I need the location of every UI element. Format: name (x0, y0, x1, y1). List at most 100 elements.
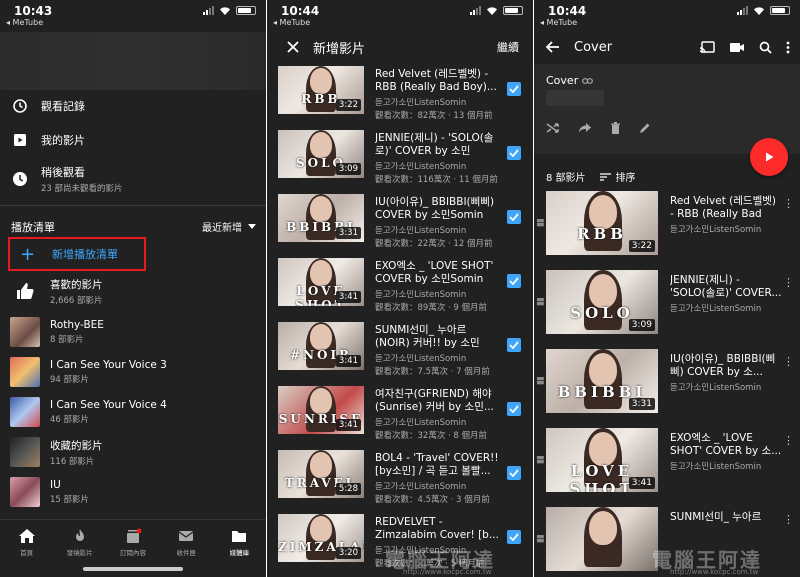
select-checkbox[interactable] (507, 146, 521, 160)
camera-icon[interactable] (729, 42, 745, 53)
playlist-item-rothy-bee[interactable]: Rothy-BEE 8 部影片 (0, 314, 266, 350)
more-vert-icon[interactable]: ⋮ (783, 355, 794, 368)
trash-icon[interactable] (610, 122, 621, 134)
search-icon[interactable] (759, 41, 772, 54)
playlist-name: 喜歡的影片 (50, 278, 103, 291)
sort-button[interactable]: 排序 (599, 169, 636, 184)
shuffle-icon[interactable] (546, 122, 560, 134)
video-title: 여자친구(GFRIEND) 해야 (Sunrise) 커버 by 소민... (375, 388, 494, 413)
video-duration: 3:41 (335, 419, 361, 431)
select-checkbox[interactable] (507, 402, 521, 416)
back-to-app[interactable]: ◂ MeTube (273, 18, 310, 27)
video-row[interactable]: RBB 3:22 Red Velvet (레드벨벳) - RBB (Really… (267, 66, 533, 128)
playlist-count: 116 部影片 (50, 456, 95, 467)
select-checkbox[interactable] (507, 274, 521, 288)
video-thumbnail[interactable]: #NOIR 3:41 (278, 322, 364, 370)
select-checkbox[interactable] (507, 210, 521, 224)
drag-handle-icon[interactable]: ▬ ▬ (536, 296, 545, 309)
home-indicator[interactable] (83, 567, 183, 571)
more-vert-icon[interactable]: ⋮ (783, 276, 794, 289)
video-thumbnail[interactable]: LOVE SHOT 3:41 (546, 428, 658, 492)
sort-dropdown[interactable]: 最近新增 (202, 219, 256, 234)
video-thumbnail[interactable]: TRAVEL 5:28 (278, 450, 364, 498)
new-playlist-button[interactable]: + 新增播放清單 (8, 237, 146, 271)
playlist-video-row[interactable]: ▬ ▬ LOVE SHOT 3:41 EXO엑소 _ 'LOVE SHOT' CO… (534, 428, 800, 506)
my-videos-item[interactable]: 我的影片 (0, 126, 266, 154)
video-thumbnail[interactable]: ZIMZALABIM 3:20 (278, 514, 364, 562)
video-thumbnail[interactable]: BBIBBI 3:31 (546, 349, 658, 413)
subscriptions-icon (127, 528, 142, 543)
continue-button[interactable]: 繼續 (497, 39, 519, 55)
edit-icon[interactable] (639, 122, 651, 134)
play-all-button[interactable] (750, 138, 788, 176)
view-count: 觀看次數：22萬次 · 12 個月前 (375, 239, 493, 249)
video-thumbnail[interactable]: RBB 3:22 (546, 191, 658, 255)
video-thumbnail[interactable]: SUNRISE 3:41 (278, 386, 364, 434)
video-row[interactable]: #NOIR 3:41 SUNMI선미_ 누아르 (NOIR) 커버!! by 소… (267, 322, 533, 384)
more-vert-icon[interactable]: ⋮ (783, 513, 794, 526)
back-to-app[interactable]: ◂ MeTube (6, 18, 43, 27)
select-checkbox[interactable] (507, 530, 521, 544)
channel-name: 듣고가소민ListenSomin (375, 226, 467, 236)
more-vert-icon[interactable] (786, 41, 790, 54)
video-thumbnail[interactable]: LOVE SHOT 3:41 (278, 258, 364, 306)
playlist-count: 15 部影片 (50, 495, 90, 505)
back-to-app[interactable]: ◂ MeTube (540, 18, 577, 27)
playlist-item-liked[interactable]: 喜歡的影片 2,666 部影片 (0, 273, 266, 309)
nav-label: 發燒影片 (66, 549, 93, 557)
drag-handle-icon[interactable]: ▬ ▬ (536, 375, 545, 388)
dropdown-arrow-icon (248, 224, 256, 229)
drag-handle-icon[interactable]: ▬ ▬ (536, 454, 545, 467)
signal-icon (737, 6, 748, 15)
playlist-count: 8 部影片 (50, 335, 84, 345)
top-bar: Cover (534, 30, 800, 64)
video-thumbnail[interactable]: RBB 3:22 (278, 66, 364, 114)
video-thumbnail[interactable]: BBIBBI 3:31 (278, 194, 364, 242)
watch-later-item[interactable]: 稍後觀看 23 部尚未觀看的影片 (0, 163, 266, 195)
video-row[interactable]: SUNRISE 3:41 여자친구(GFRIEND) 해야 (Sunrise) … (267, 386, 533, 448)
playlist-item-icsyv3[interactable]: I Can See Your Voice 3 94 部影片 (0, 354, 266, 390)
status-bar: 10:44 ◂ MeTube (267, 0, 533, 30)
playlist-video-row[interactable]: ▬ ▬ BBIBBI 3:31 IU(아이유)_ BBIBBI(삐삐) COVER… (534, 349, 800, 427)
more-vert-icon[interactable]: ⋮ (783, 434, 794, 447)
wifi-icon (754, 7, 764, 15)
playlists-header: 播放清單 (11, 221, 55, 234)
channel-name: 듣고가소민ListenSomin (670, 462, 762, 472)
nav-home[interactable]: 首頁 (0, 520, 53, 577)
cast-icon[interactable] (699, 40, 715, 54)
back-arrow-icon[interactable] (546, 41, 560, 53)
video-thumbnail[interactable]: SOLO 3:09 (278, 130, 364, 178)
video-row[interactable]: TRAVEL 5:28 BOL4 - 'Travel' COVER!! [by소… (267, 450, 533, 512)
history-icon (11, 97, 29, 115)
more-vert-icon[interactable]: ⋮ (783, 197, 794, 210)
sort-label: 排序 (615, 173, 636, 184)
drag-handle-icon[interactable]: ▬ ▬ (536, 533, 545, 546)
video-title: REDVELVET - Zimzalabim Cover! [b... (375, 516, 499, 541)
video-duration: 3:09 (335, 163, 361, 175)
video-thumbnail[interactable] (546, 507, 658, 571)
playlist-item-saved[interactable]: 收藏的影片 116 部影片 (0, 434, 266, 470)
playlist-item-icsyv4[interactable]: I Can See Your Voice 4 46 部影片 (0, 394, 266, 430)
playlist-video-row[interactable]: ▬ ▬ RBB 3:22 Red Velvet (레드벨벳) - RBB (Rea… (534, 191, 800, 269)
playlist-thumbnail (10, 317, 40, 347)
video-duration: 3:22 (335, 99, 361, 111)
account-header-blurred[interactable] (0, 32, 266, 90)
history-item[interactable]: 觀看記錄 (0, 92, 266, 120)
drag-handle-icon[interactable]: ▬ ▬ (536, 217, 545, 230)
video-title: JENNIE(제니) - 'SOLO(솔로)' COVER... (670, 274, 782, 299)
playlist-video-row[interactable]: ▬ ▬ SOLO 3:09 JENNIE(제니) - 'SOLO(솔로)' COV… (534, 270, 800, 348)
nav-library[interactable]: 媒體庫 (213, 520, 266, 577)
channel-name: 듣고가소민ListenSomin (375, 162, 467, 172)
select-checkbox[interactable] (507, 338, 521, 352)
video-title: IU(아이유)_ BBIBBI(삐삐) COVER by 소민Somin (375, 196, 495, 221)
video-row[interactable]: SOLO 3:09 JENNIE(제니) - 'SOLO(솔로)' COVER … (267, 130, 533, 192)
playlist-item-iu[interactable]: IU 15 部影片 (0, 474, 266, 510)
video-row[interactable]: LOVE SHOT 3:41 EXO엑소 _ 'LOVE SHOT' COVER… (267, 258, 533, 320)
channel-name: 듣고가소민ListenSomin (375, 354, 467, 364)
select-checkbox[interactable] (507, 466, 521, 480)
select-checkbox[interactable] (507, 82, 521, 96)
video-row[interactable]: BBIBBI 3:31 IU(아이유)_ BBIBBI(삐삐) COVER by… (267, 194, 533, 256)
share-icon[interactable] (578, 122, 592, 134)
close-icon[interactable] (287, 41, 299, 53)
video-thumbnail[interactable]: SOLO 3:09 (546, 270, 658, 334)
